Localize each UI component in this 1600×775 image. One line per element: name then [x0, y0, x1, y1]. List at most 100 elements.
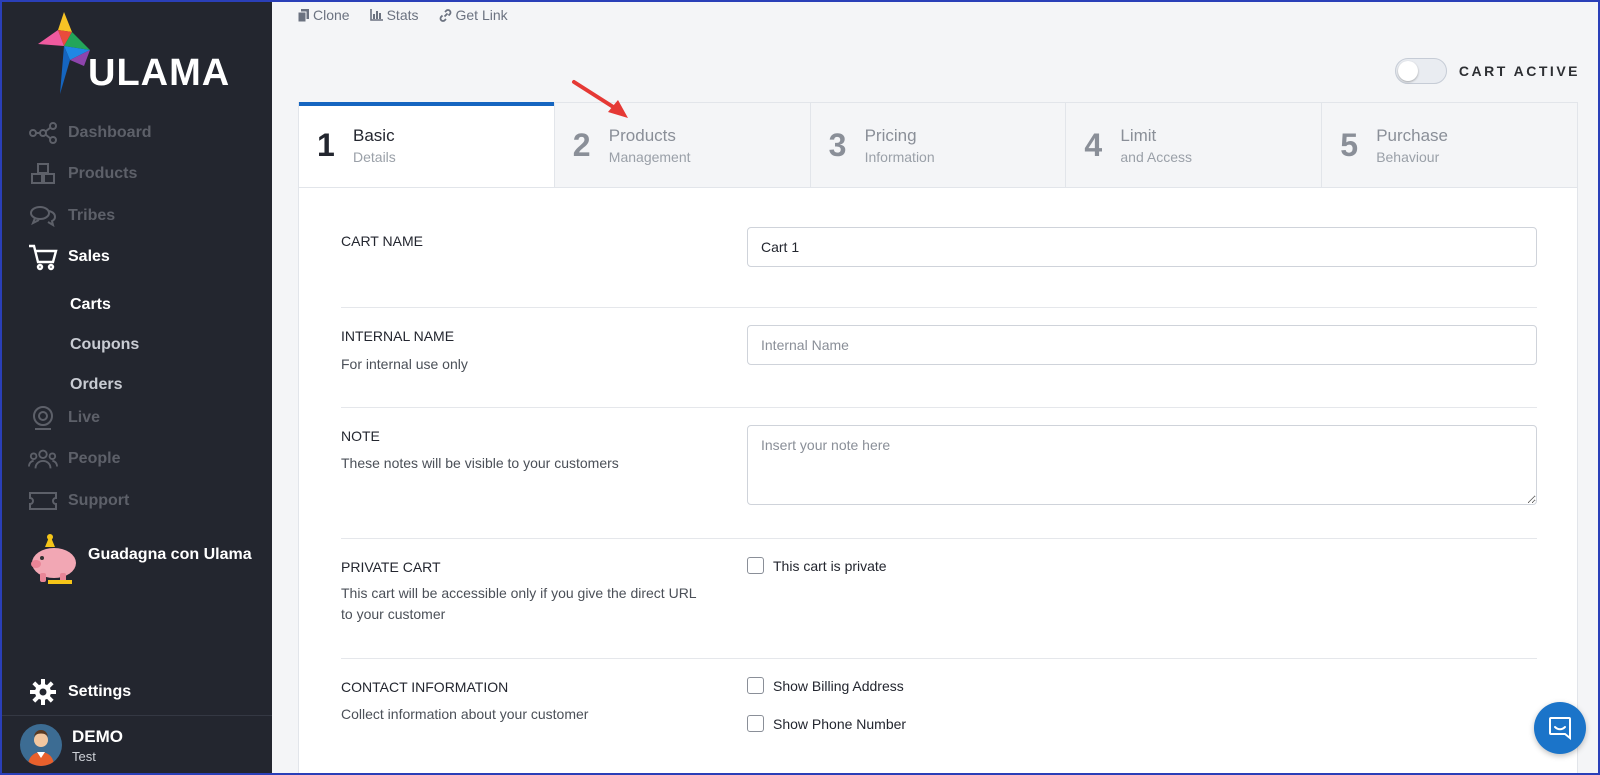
user-role: Test	[72, 748, 96, 764]
internal-name-label: INTERNAL NAME	[341, 328, 455, 344]
sidebar: ULAMA Dashboard Products Tribes Sales Ca…	[0, 0, 272, 775]
internal-name-row: INTERNAL NAME For internal use only	[341, 307, 1537, 407]
contact-info-desc: Collect information about your customer	[341, 706, 589, 722]
cart-name-row: CART NAME	[341, 219, 1537, 307]
link-icon	[439, 8, 451, 22]
ulama-logo[interactable]: ULAMA	[34, 10, 244, 100]
sidebar-item-products[interactable]: Products	[28, 159, 137, 189]
sidebar-item-label: Tribes	[68, 207, 116, 224]
user-profile[interactable]: DEMO Test	[20, 724, 123, 766]
step-title: Products	[608, 125, 676, 145]
cart-editor-card: 1 Basic Details 2 Products Management 3 Pr…	[298, 102, 1578, 775]
sidebar-item-settings[interactable]: Settings	[28, 677, 131, 707]
private-cart-desc: This cart will be accessible only if you…	[341, 585, 697, 622]
cart-active-label: CART ACTIVE	[1458, 63, 1580, 79]
sidebar-item-label: Sales	[68, 248, 110, 265]
settings-label: Settings	[68, 683, 132, 700]
toggle-knob	[1397, 61, 1418, 81]
step-subtitle: Information	[864, 148, 935, 165]
show-billing-checkbox[interactable]: Show Billing Address	[747, 677, 904, 694]
step-basic[interactable]: 1 Basic Details	[299, 102, 554, 187]
internal-name-input[interactable]	[747, 325, 1537, 365]
cart-icon	[28, 242, 58, 272]
step-title: Pricing	[864, 125, 917, 145]
show-phone-checkbox[interactable]: Show Phone Number	[747, 715, 906, 732]
piggy-bank-icon	[31, 534, 76, 584]
sidebar-item-label: People	[68, 450, 121, 467]
private-cart-checkbox-label: This cart is private	[773, 557, 887, 574]
step-limit[interactable]: 4 Limit and Access	[1065, 103, 1322, 187]
get-link-link[interactable]: Get Link	[439, 7, 508, 23]
show-billing-label: Show Billing Address	[773, 677, 904, 694]
cart-active-control: CART ACTIVE	[1394, 58, 1580, 84]
cart-name-label: CART NAME	[341, 233, 423, 249]
private-cart-row: PRIVATE CART This cart will be accessibl…	[341, 538, 1537, 658]
sidebar-item-people[interactable]: People	[28, 444, 120, 474]
private-cart-label: PRIVATE CART	[341, 559, 441, 575]
sidebar-subitem-coupons[interactable]: Coupons	[70, 336, 139, 354]
webcam-icon	[28, 403, 58, 433]
ticket-icon	[28, 486, 58, 516]
gear-icon	[28, 677, 58, 707]
internal-name-desc: For internal use only	[341, 356, 468, 372]
step-number: 5	[1340, 126, 1358, 163]
avatar	[20, 724, 62, 766]
step-pricing[interactable]: 3 Pricing Information	[809, 103, 1066, 187]
sidebar-subitem-orders[interactable]: Orders	[70, 376, 122, 394]
step-title: Basic	[353, 125, 395, 145]
step-subtitle: Behaviour	[1376, 148, 1440, 165]
private-cart-checkbox[interactable]: This cart is private	[747, 557, 887, 574]
sidebar-item-support[interactable]: Support	[28, 486, 129, 516]
cart-name-input[interactable]	[747, 227, 1537, 267]
show-phone-label: Show Phone Number	[773, 715, 907, 732]
annotation-arrow-icon	[572, 80, 628, 118]
sidebar-subitem-carts[interactable]: Carts	[70, 296, 111, 314]
step-title: Limit	[1120, 125, 1157, 145]
step-title: Purchase	[1376, 125, 1449, 145]
checkbox-box[interactable]	[747, 557, 764, 574]
sidebar-item-earn-with-ulama[interactable]: Guadagna con Ulama	[28, 533, 252, 585]
note-row: NOTE These notes will be visible to your…	[341, 407, 1537, 538]
sidebar-item-label: Live	[68, 409, 101, 426]
note-label: NOTE	[341, 428, 380, 444]
sidebar-item-tribes[interactable]: Tribes	[28, 201, 115, 231]
people-icon	[28, 444, 58, 474]
copy-icon	[298, 8, 309, 22]
chat-icon	[1549, 717, 1571, 740]
step-number: 3	[828, 126, 847, 163]
sidebar-item-live[interactable]: Live	[28, 403, 100, 433]
cubes-icon	[28, 159, 58, 189]
bar-chart-icon	[369, 9, 383, 21]
chat-bubbles-icon	[28, 201, 58, 231]
sidebar-item-sales[interactable]: Sales	[28, 242, 110, 272]
step-number: 2	[572, 126, 591, 163]
step-number: 1	[317, 126, 335, 163]
step-purchase[interactable]: 5 Purchase Behaviour	[1321, 103, 1577, 187]
checkbox-box[interactable]	[747, 715, 764, 732]
contact-info-label: CONTACT INFORMATION	[341, 679, 509, 695]
promo-label: Guadagna con Ulama	[88, 546, 252, 563]
step-subtitle: and Access	[1120, 148, 1192, 165]
sidebar-item-label: Support	[68, 492, 130, 509]
brand-name: ULAMA	[88, 52, 231, 94]
stats-label: Stats	[386, 7, 419, 23]
clone-link[interactable]: Clone	[298, 7, 350, 23]
get-link-label: Get Link	[455, 7, 508, 23]
sidebar-item-label: Dashboard	[68, 124, 152, 141]
step-subtitle: Management	[608, 148, 691, 165]
dashboard-icon	[28, 118, 58, 148]
sidebar-item-dashboard[interactable]: Dashboard	[28, 118, 152, 148]
user-name: DEMO	[72, 726, 123, 746]
sidebar-divider	[0, 715, 272, 716]
clone-label: Clone	[313, 7, 350, 23]
cart-toolbar: Clone Stats Get Link	[298, 7, 508, 23]
stats-link[interactable]: Stats	[369, 7, 419, 23]
wizard-steps: 1 Basic Details 2 Products Management 3 Pr…	[299, 102, 1577, 188]
contact-info-row: CONTACT INFORMATION Collect information …	[341, 658, 1537, 775]
note-textarea[interactable]	[747, 425, 1537, 505]
cart-active-toggle[interactable]	[1394, 58, 1447, 84]
step-number: 4	[1084, 126, 1103, 163]
chat-button[interactable]	[1534, 702, 1586, 754]
sidebar-item-label: Products	[68, 165, 138, 182]
checkbox-box[interactable]	[747, 677, 764, 694]
